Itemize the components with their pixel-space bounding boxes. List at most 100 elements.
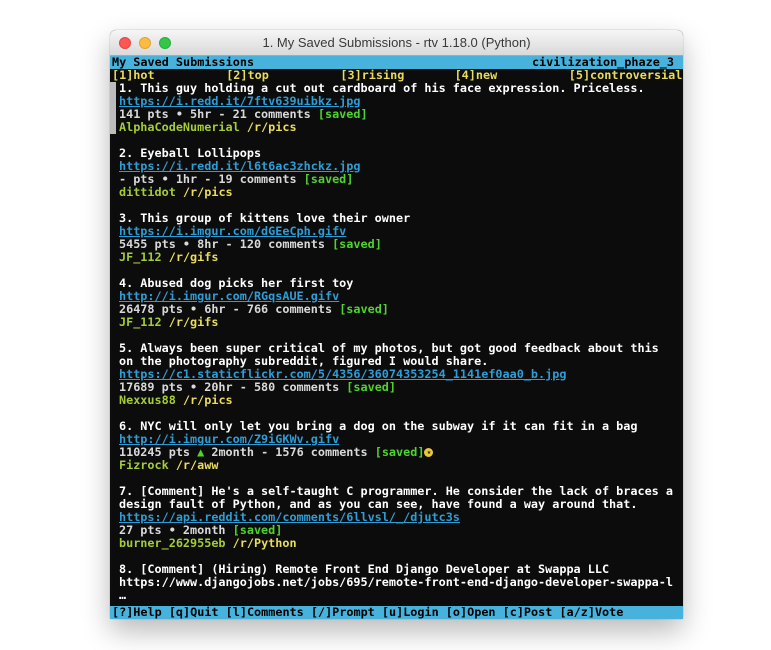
submission-link[interactable]: https://i.imgur.com/dGEeCph.gifv bbox=[119, 225, 346, 238]
submission-item[interactable]: 5. Always been super critical of my phot… bbox=[110, 342, 683, 407]
submission-title-line: 3. This group of kittens love their owne… bbox=[110, 212, 683, 225]
saved-badge: [saved] bbox=[375, 446, 425, 459]
submission-stats-line: 110245 pts ▲ 2month - 1576 comments [sav… bbox=[110, 446, 683, 459]
submission-title-line: https://www.djangojobs.net/jobs/695/remo… bbox=[110, 576, 683, 589]
submission-link[interactable]: https://c1.staticflickr.com/5/4356/36074… bbox=[119, 368, 566, 381]
score-and-time: 27 pts • 2month bbox=[119, 524, 233, 537]
submission-item[interactable]: 2. Eyeball Lollipopshttps://i.redd.it/l6… bbox=[110, 147, 683, 199]
submission-subreddit: /r/aww bbox=[176, 459, 219, 472]
sort-tab-controversial[interactable]: [5]controversial bbox=[569, 69, 683, 82]
submission-title-line: on the photography subreddit, figured I … bbox=[110, 355, 683, 368]
submission-stats-line: 5455 pts • 8hr - 120 comments [saved] bbox=[110, 238, 683, 251]
submission-author: AlphaCodeNumerial bbox=[119, 121, 240, 134]
submission-author: JF_112 bbox=[119, 251, 162, 264]
submission-link[interactable]: https://api.reddit.com/comments/6llvsl/_… bbox=[119, 511, 460, 524]
submission-title-line: 2. Eyeball Lollipops bbox=[110, 147, 683, 160]
zoom-button[interactable] bbox=[159, 37, 171, 49]
submission-link-line: https://c1.staticflickr.com/5/4356/36074… bbox=[110, 368, 683, 381]
submission-link[interactable]: https://i.redd.it/l6t6ac3zhckz.jpg bbox=[119, 160, 360, 173]
blank-line bbox=[110, 329, 683, 342]
submission-link[interactable]: https://i.redd.it/7ftv639uibkz.jpg bbox=[119, 95, 360, 108]
saved-badge: [saved] bbox=[346, 381, 396, 394]
sort-tab-new[interactable]: [4]new bbox=[455, 69, 569, 82]
gilded-icon bbox=[424, 448, 433, 457]
submission-title-line: 1. This guy holding a cut out cardboard … bbox=[110, 82, 683, 95]
score-and-time: 5455 pts • 8hr - 120 comments bbox=[119, 238, 332, 251]
submission-author: JF_112 bbox=[119, 316, 162, 329]
submission-byline: Nexxus88 /r/pics bbox=[110, 394, 683, 407]
selection-cursor bbox=[110, 82, 116, 134]
sort-menu: [1]hot [2]top [3]rising [4]new [5]contro… bbox=[110, 69, 683, 82]
score-and-time: 141 pts • 5hr - 21 comments bbox=[119, 108, 318, 121]
submission-byline: AlphaCodeNumerial /r/pics bbox=[110, 121, 683, 134]
blank-line bbox=[110, 550, 683, 563]
submission-link-line: https://i.redd.it/l6t6ac3zhckz.jpg bbox=[110, 160, 683, 173]
submission-byline: JF_112 /r/gifs bbox=[110, 316, 683, 329]
submission-subreddit: /r/pics bbox=[183, 394, 233, 407]
submission-item[interactable]: 7. [Comment] He's a self-taught C progra… bbox=[110, 485, 683, 550]
rtv-window: 1. My Saved Submissions - rtv 1.18.0 (Py… bbox=[110, 30, 683, 619]
submission-author: burner_262955eb bbox=[119, 537, 226, 550]
blank-line bbox=[110, 134, 683, 147]
submission-byline: burner_262955eb /r/Python bbox=[110, 537, 683, 550]
submission-item[interactable]: 8. [Comment] (Hiring) Remote Front End D… bbox=[110, 563, 683, 602]
blank-line bbox=[110, 407, 683, 420]
submission-author: dittidot bbox=[119, 186, 176, 199]
saved-badge: [saved] bbox=[332, 238, 382, 251]
submission-stats-line: 141 pts • 5hr - 21 comments [saved] bbox=[110, 108, 683, 121]
submission-author: Nexxus88 bbox=[119, 394, 176, 407]
score-and-time: 110245 pts bbox=[119, 446, 197, 459]
submission-subreddit: /r/gifs bbox=[169, 316, 219, 329]
submission-subreddit: /r/pics bbox=[183, 186, 233, 199]
submission-link[interactable]: http://i.imgur.com/Z9iGKWv.gifv bbox=[119, 433, 339, 446]
saved-badge: [saved] bbox=[233, 524, 283, 537]
submission-title-line: 6. NYC will only let you bring a dog on … bbox=[110, 420, 683, 433]
submission-byline: dittidot /r/pics bbox=[110, 186, 683, 199]
submission-link-line: https://api.reddit.com/comments/6llvsl/_… bbox=[110, 511, 683, 524]
submission-subreddit: /r/Python bbox=[233, 537, 297, 550]
submission-link-line: https://i.redd.it/7ftv639uibkz.jpg bbox=[110, 95, 683, 108]
terminal-screen: My Saved Submissions civilization_phaze_… bbox=[110, 56, 683, 619]
sort-tab-top[interactable]: [2]top bbox=[226, 69, 340, 82]
submission-item[interactable]: 6. NYC will only let you bring a dog on … bbox=[110, 420, 683, 472]
submission-list: 1. This guy holding a cut out cardboard … bbox=[110, 82, 683, 602]
submission-title-line: 5. Always been super critical of my phot… bbox=[110, 342, 683, 355]
submission-link[interactable]: http://i.imgur.com/RGqsAUE.gifv bbox=[119, 290, 339, 303]
saved-badge: [saved] bbox=[318, 108, 368, 121]
score-and-time: 26478 pts • 6hr - 766 comments bbox=[119, 303, 339, 316]
window-title: 1. My Saved Submissions - rtv 1.18.0 (Py… bbox=[262, 35, 530, 50]
minimize-button[interactable] bbox=[139, 37, 151, 49]
submission-byline: Fizrock /r/aww bbox=[110, 459, 683, 472]
submission-author: Fizrock bbox=[119, 459, 169, 472]
score-and-time: 17689 pts • 20hr - 580 comments bbox=[119, 381, 346, 394]
submission-link-line: http://i.imgur.com/Z9iGKWv.gifv bbox=[110, 433, 683, 446]
submission-item[interactable]: 1. This guy holding a cut out cardboard … bbox=[110, 82, 683, 134]
truncation-ellipsis: … bbox=[110, 589, 683, 602]
traffic-lights bbox=[119, 37, 171, 49]
window-titlebar[interactable]: 1. My Saved Submissions - rtv 1.18.0 (Py… bbox=[110, 30, 683, 56]
submission-title-line: 7. [Comment] He's a self-taught C progra… bbox=[110, 485, 683, 498]
sort-tab-rising[interactable]: [3]rising bbox=[340, 69, 454, 82]
submission-title-line: design fault of Python, and as you can s… bbox=[110, 498, 683, 511]
submission-title-line: 8. [Comment] (Hiring) Remote Front End D… bbox=[110, 563, 683, 576]
submission-item[interactable]: 4. Abused dog picks her first toyhttp://… bbox=[110, 277, 683, 329]
submission-stats-line: 26478 pts • 6hr - 766 comments [saved] bbox=[110, 303, 683, 316]
submission-item[interactable]: 3. This group of kittens love their owne… bbox=[110, 212, 683, 264]
submission-stats-line: 27 pts • 2month [saved] bbox=[110, 524, 683, 537]
submission-subreddit: /r/gifs bbox=[169, 251, 219, 264]
blank-line bbox=[110, 472, 683, 485]
submission-subreddit: /r/pics bbox=[247, 121, 297, 134]
sort-tab-hot[interactable]: [1]hot bbox=[112, 69, 226, 82]
score-and-time: - pts • 1hr - 19 comments bbox=[119, 173, 304, 186]
submission-stats-line: - pts • 1hr - 19 comments [saved] bbox=[110, 173, 683, 186]
submission-stats-line: 17689 pts • 20hr - 580 comments [saved] bbox=[110, 381, 683, 394]
submission-link-line: https://i.imgur.com/dGEeCph.gifv bbox=[110, 225, 683, 238]
blank-line bbox=[110, 264, 683, 277]
blank-line bbox=[110, 199, 683, 212]
close-button[interactable] bbox=[119, 37, 131, 49]
score-and-time: 2month - 1576 comments bbox=[204, 446, 374, 459]
saved-badge: [saved] bbox=[304, 173, 354, 186]
submission-title-line: 4. Abused dog picks her first toy bbox=[110, 277, 683, 290]
shortcut-help-bar: [?]Help [q]Quit [l]Comments [/]Prompt [u… bbox=[110, 606, 683, 619]
saved-badge: [saved] bbox=[339, 303, 389, 316]
